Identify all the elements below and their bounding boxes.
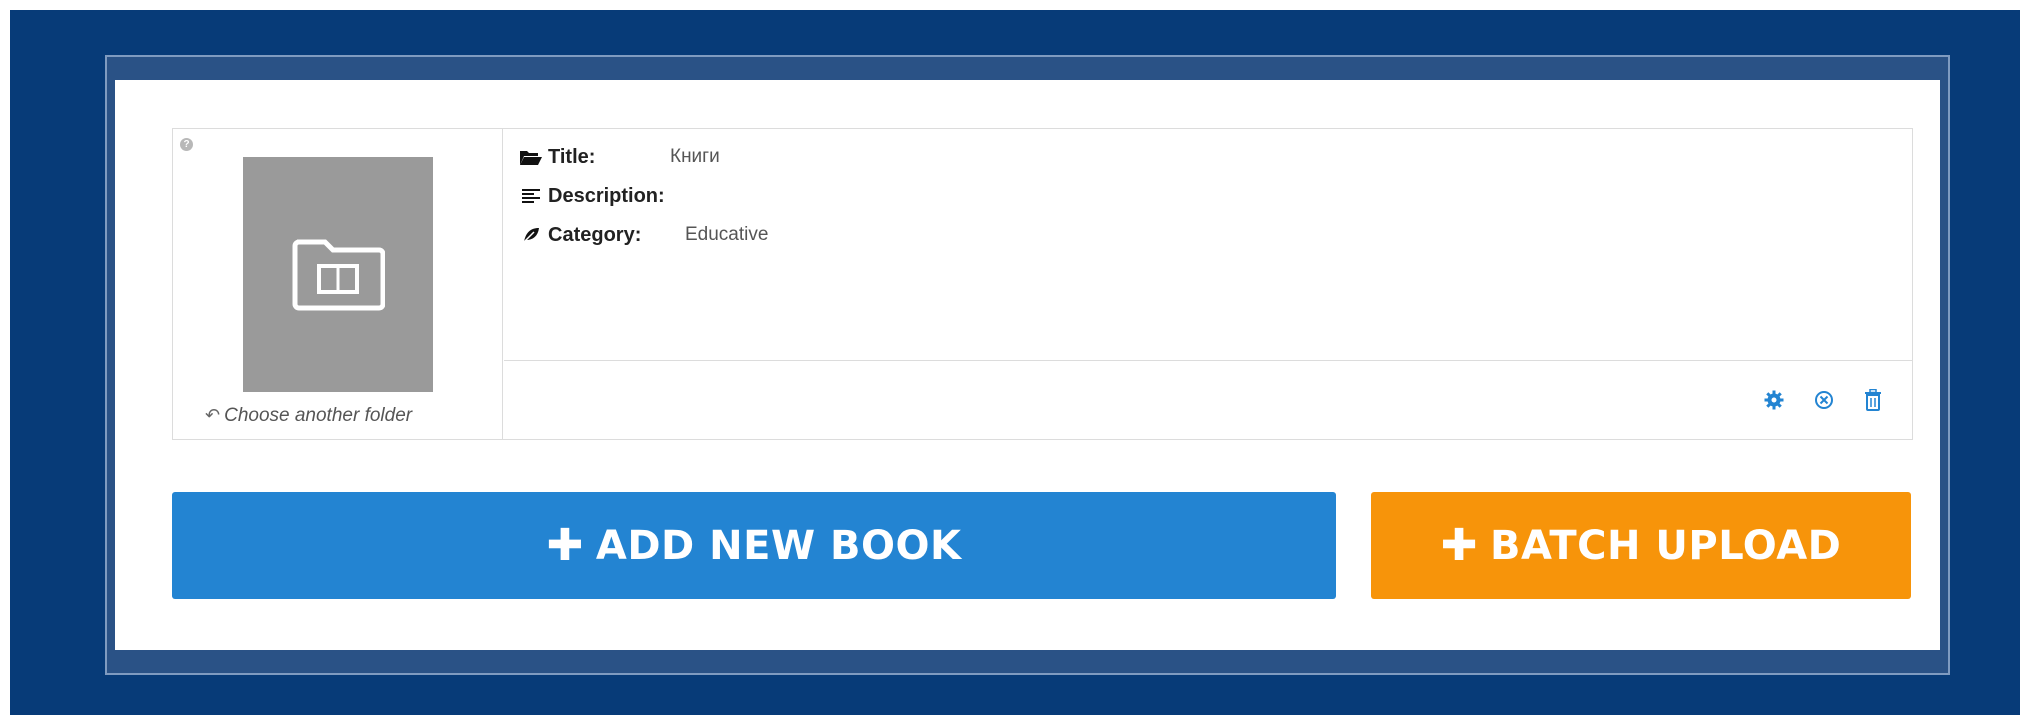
help-icon[interactable]: ?: [180, 138, 193, 151]
gear-icon[interactable]: [1762, 388, 1786, 412]
add-new-book-button[interactable]: ✚ ADD NEW BOOK: [172, 492, 1336, 599]
category-label: Category:: [548, 223, 642, 246]
batch-upload-button[interactable]: ✚ BATCH UPLOAD: [1371, 492, 1911, 599]
add-new-book-label: ADD NEW BOOK: [595, 522, 962, 569]
close-circle-icon[interactable]: [1812, 388, 1836, 412]
book-folder-icon: [292, 239, 385, 311]
plus-icon: ✚: [1440, 520, 1479, 571]
leaf-icon: [520, 227, 542, 243]
align-left-icon: [520, 188, 542, 204]
reply-icon: ↶: [205, 405, 221, 425]
plus-icon: ✚: [546, 520, 584, 571]
title-row: Title: Книги: [520, 142, 720, 172]
choose-folder-label: Choose another folder: [224, 405, 413, 426]
description-row: Description:: [520, 181, 665, 211]
folder-card: ? ↶ Choose another folder Title: Книги D…: [172, 128, 1913, 440]
description-label: Description:: [548, 184, 665, 207]
batch-upload-label: BATCH UPLOAD: [1490, 522, 1842, 569]
folder-info: Title: Книги Description: Category: Educ…: [504, 129, 1912, 359]
category-row: Category: Educative: [520, 220, 768, 250]
folder-open-icon: [520, 149, 542, 165]
title-label: Title:: [548, 145, 596, 168]
folder-cover-column: ? ↶ Choose another folder: [173, 129, 503, 439]
folder-cover-thumbnail[interactable]: [243, 157, 433, 392]
choose-another-folder-link[interactable]: ↶ Choose another folder: [205, 405, 412, 427]
title-value: Книги: [670, 146, 720, 167]
folder-action-bar: [504, 360, 1912, 439]
trash-icon[interactable]: [1861, 388, 1885, 412]
category-value: Educative: [685, 224, 769, 245]
